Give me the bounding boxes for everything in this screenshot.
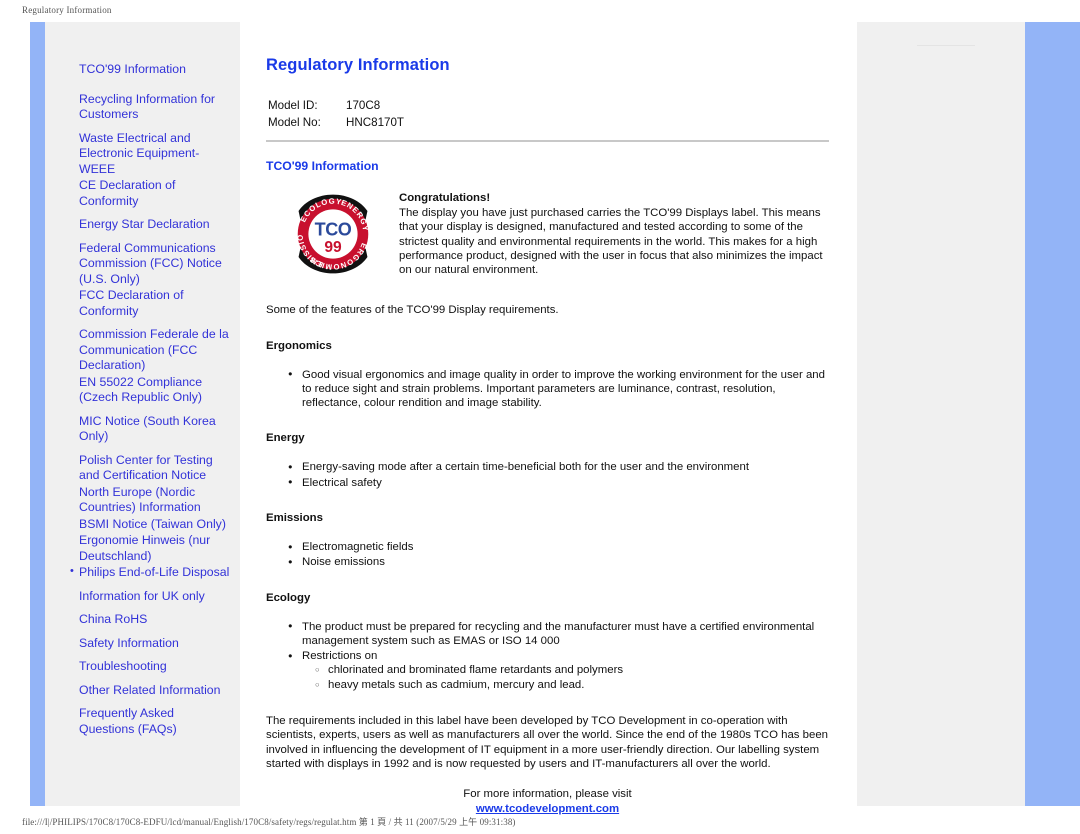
- sidebar-item-recycling-information-for-customers[interactable]: Recycling Information for Customers: [45, 92, 240, 123]
- congratulations-body: The display you have just purchased carr…: [399, 207, 823, 277]
- sidebar-item-energy-star-declaration[interactable]: Energy Star Declaration: [45, 217, 240, 233]
- requirement-sections: Ergonomics Good visual ergonomics and ima…: [266, 340, 829, 693]
- sidebar-item-en-55022-compliance-czech-republic-only[interactable]: EN 55022 Compliance (Czech Republic Only…: [45, 375, 240, 406]
- svg-text:99: 99: [324, 239, 342, 256]
- sidebar-item-safety-information[interactable]: Safety Information: [45, 636, 240, 652]
- list-item-text: Good visual ergonomics and image quality…: [302, 368, 825, 410]
- sidebar-item-china-rohs[interactable]: China RoHS: [45, 612, 240, 628]
- section-heading-energy: Energy: [266, 432, 305, 445]
- list-item-text: Electrical safety: [302, 476, 382, 489]
- features-intro-text: Some of the features of the TCO'99 Displ…: [266, 304, 559, 317]
- page-title: Regulatory Information: [266, 56, 450, 74]
- section-heading-ecology: Ecology: [266, 591, 311, 604]
- horizontal-divider: [266, 140, 829, 142]
- main-content: Regulatory Information Model ID: 170C8 M…: [240, 22, 857, 815]
- sidebar-item-federal-communications-commission-fcc-no[interactable]: Federal Communications Commission (FCC) …: [45, 241, 240, 288]
- svg-text:TCO: TCO: [314, 220, 351, 240]
- list-item: Good visual ergonomics and image quality…: [288, 367, 829, 411]
- model-id-value: 170C8: [346, 99, 381, 112]
- visit-prompt: For more information, please visit: [463, 788, 632, 801]
- sidebar-item-ce-declaration-of-conformity[interactable]: CE Declaration of Conformity: [45, 178, 240, 209]
- sidebar-navigation: TCO'99 Information Recycling Information …: [45, 22, 240, 806]
- bullet-list: Good visual ergonomics and image quality…: [266, 367, 829, 411]
- section-heading-ergonomics: Ergonomics: [266, 339, 332, 352]
- logo-container: ECOLOGY ENERGY ERGONOMICS EMISSIONS TCO …: [266, 191, 399, 275]
- print-header-title: Regulatory Information: [22, 5, 112, 15]
- section-heading-emissions: Emissions: [266, 512, 323, 524]
- sidebar-link-list: TCO'99 Information Recycling Information …: [45, 62, 240, 737]
- bullet-list: The product must be prepared for recycli…: [266, 619, 829, 693]
- list-item-text: The product must be prepared for recycli…: [302, 620, 815, 647]
- sidebar-item-bsmi-notice-taiwan-only[interactable]: BSMI Notice (Taiwan Only): [45, 517, 240, 533]
- bullet-list: Electromagnetic fields Noise emissions: [266, 539, 829, 570]
- sub-list-item: chlorinated and brominated flame retarda…: [315, 663, 829, 678]
- sidebar-item-ergonomie-hinweis-nur-deutschland[interactable]: Ergonomie Hinweis (nur Deutschland): [45, 533, 240, 564]
- table-row: Model No: HNC8170T: [268, 114, 404, 131]
- sidebar-item-other-related-information[interactable]: Other Related Information: [45, 683, 240, 699]
- table-row: Model ID: 170C8: [268, 97, 404, 114]
- sidebar-item-commission-federale-de-la-communication-[interactable]: Commission Federale de la Communication …: [45, 327, 240, 374]
- print-footer-path: file:///I|/PHILIPS/170C8/170C8-EDFU/lcd/…: [22, 817, 516, 827]
- document-page: TCO'99 Information Recycling Information …: [30, 22, 1080, 815]
- sidebar-item-mic-notice-south-korea-only[interactable]: MIC Notice (South Korea Only): [45, 414, 240, 445]
- list-item-text: Electromagnetic fields: [302, 541, 414, 553]
- right-side-panel: [857, 22, 1025, 806]
- list-item: Electrical safety: [288, 475, 829, 490]
- sidebar-item-polish-center-for-testing-and-certificat[interactable]: Polish Center for Testing and Certificat…: [45, 453, 240, 484]
- tco-99-certification-logo: ECOLOGY ENERGY ERGONOMICS EMISSIONS TCO …: [292, 193, 369, 274]
- sidebar-item-tco-99-information[interactable]: TCO'99 Information: [45, 62, 240, 78]
- congratulations-block: ECOLOGY ENERGY ERGONOMICS EMISSIONS TCO …: [266, 191, 829, 277]
- model-id-label: Model ID:: [268, 99, 318, 112]
- bullet-list: Energy-saving mode after a certain time-…: [266, 460, 829, 490]
- closing-paragraph: The requirements included in this label …: [266, 715, 829, 770]
- right-accent-bar: [1025, 22, 1080, 806]
- sidebar-item-philips-end-of-life-disposal[interactable]: Philips End-of-Life Disposal: [45, 564, 240, 581]
- list-item-text: Energy-saving mode after a certain time-…: [302, 461, 750, 474]
- visit-block: For more information, please visit www.t…: [266, 787, 829, 816]
- list-item: Restrictions onchlorinated and brominate…: [288, 649, 829, 693]
- list-item: Energy-saving mode after a certain time-…: [288, 460, 829, 475]
- list-item-text: Noise emissions: [302, 556, 385, 569]
- model-no-value: HNC8170T: [346, 116, 404, 129]
- right-panel-divider: [917, 45, 975, 46]
- list-item: Noise emissions: [288, 555, 829, 570]
- sidebar-item-waste-electrical-and-electronic-equipmen[interactable]: Waste Electrical and Electronic Equipmen…: [45, 131, 240, 178]
- sidebar-item-frequently-asked-questions-faqs[interactable]: Frequently Asked Questions (FAQs): [45, 706, 240, 737]
- list-item: The product must be prepared for recycli…: [288, 619, 829, 649]
- list-item: Electromagnetic fields: [288, 539, 829, 554]
- model-no-label: Model No:: [268, 116, 321, 129]
- congratulations-title: Congratulations!: [399, 192, 491, 204]
- sidebar-item-troubleshooting[interactable]: Troubleshooting: [45, 659, 240, 675]
- sidebar-item-north-europe-nordic-countries-informatio[interactable]: North Europe (Nordic Countries) Informat…: [45, 485, 240, 516]
- left-accent-bar: [30, 22, 45, 806]
- tco99-information-heading: TCO'99 Information: [266, 159, 379, 173]
- model-info-table: Model ID: 170C8 Model No: HNC8170T: [268, 97, 404, 131]
- sidebar-item-information-for-uk-only[interactable]: Information for UK only: [45, 589, 240, 605]
- sub-list-item: heavy metals such as cadmium, mercury an…: [315, 678, 829, 693]
- congratulations-text: Congratulations! The display you have ju…: [399, 191, 829, 277]
- sub-bullet-list: chlorinated and brominated flame retarda…: [302, 663, 829, 692]
- list-item-text: Restrictions on: [302, 650, 378, 663]
- sidebar-item-fcc-declaration-of-conformity[interactable]: FCC Declaration of Conformity: [45, 288, 240, 319]
